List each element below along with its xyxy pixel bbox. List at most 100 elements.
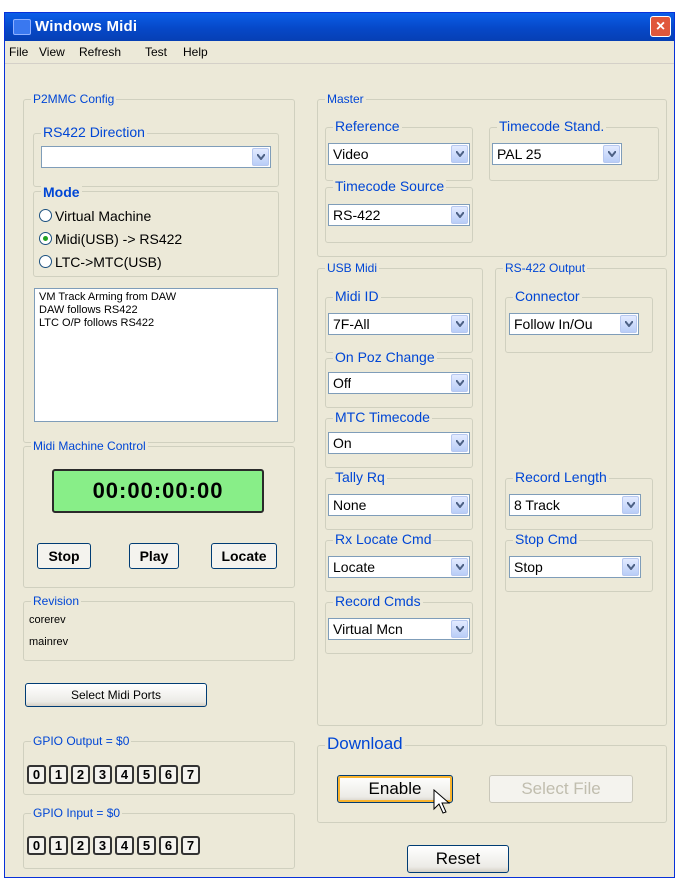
on-poz-change-select[interactable]: Off: [328, 372, 470, 394]
radio-circle-icon: [39, 255, 52, 268]
stop-button[interactable]: Stop: [37, 543, 91, 569]
tally-rq-value: None: [333, 497, 367, 513]
gpio-output-bit[interactable]: 0: [27, 765, 46, 784]
menu-view[interactable]: View: [39, 45, 65, 59]
on-poz-change-value: Off: [333, 375, 352, 391]
app-window: Windows Midi × File View Refresh Test He…: [4, 12, 675, 878]
gpio-output-bit[interactable]: 6: [159, 765, 178, 784]
mmc-label: Midi Machine Control: [31, 439, 148, 453]
record-cmds-label: Record Cmds: [333, 593, 423, 609]
reference-value: Video: [333, 146, 369, 162]
chevron-down-icon[interactable]: [451, 558, 468, 576]
app-icon: [13, 19, 31, 35]
gpio-input-bit: 2: [71, 836, 90, 855]
gpio-input-bit: 7: [181, 836, 200, 855]
gpio-input-bit: 3: [93, 836, 112, 855]
radio-circle-icon: [39, 209, 52, 222]
connector-value: Follow In/Ou: [514, 316, 593, 332]
mtc-timecode-value: On: [333, 435, 352, 451]
timecode-standard-select[interactable]: PAL 25: [492, 143, 622, 165]
rs422-direction-select[interactable]: [41, 146, 271, 168]
close-button[interactable]: ×: [650, 16, 671, 37]
chevron-down-icon[interactable]: [252, 148, 269, 166]
rx-locate-cmd-value: Locate: [333, 559, 376, 575]
mainrev-text: mainrev: [29, 636, 69, 648]
record-cmds-select[interactable]: Virtual Mcn: [328, 618, 470, 640]
stop-cmd-value: Stop: [514, 559, 543, 575]
on-poz-change-label: On Poz Change: [333, 349, 437, 365]
record-length-select[interactable]: 8 Track: [509, 494, 641, 516]
timecode-source-label: Timecode Source: [333, 178, 447, 194]
chevron-down-icon[interactable]: [622, 496, 639, 514]
midi-id-label: Midi ID: [333, 288, 381, 304]
chevron-down-icon[interactable]: [451, 620, 468, 638]
gpio-output-bits: 0 1 2 3 4 5 6 7: [27, 765, 203, 784]
rs422-output-label: RS-422 Output: [503, 261, 588, 275]
midi-id-select[interactable]: 7F-All: [328, 313, 470, 335]
gpio-input-label: GPIO Input = $0: [31, 806, 123, 820]
menu-file[interactable]: File: [9, 45, 28, 59]
stop-cmd-label: Stop Cmd: [513, 531, 580, 547]
menu-refresh[interactable]: Refresh: [79, 45, 121, 59]
radio-ltc-mtc[interactable]: LTC->MTC(USB): [39, 254, 162, 270]
chevron-down-icon[interactable]: [620, 315, 637, 333]
list-item: VM Track Arming from DAW: [39, 291, 177, 303]
radio-selected-icon: [39, 232, 52, 245]
gpio-output-bit[interactable]: 4: [115, 765, 134, 784]
gpio-input-bit: 0: [27, 836, 46, 855]
locate-button[interactable]: Locate: [211, 543, 277, 569]
reset-button[interactable]: Reset: [407, 845, 509, 873]
status-listbox[interactable]: VM Track Arming from DAW DAW follows RS4…: [34, 288, 278, 422]
record-length-value: 8 Track: [514, 497, 560, 513]
chevron-down-icon[interactable]: [451, 434, 468, 452]
radio-midi-usb-rs422[interactable]: Midi(USB) -> RS422: [39, 231, 182, 247]
window-title: Windows Midi: [35, 18, 138, 35]
chevron-down-icon[interactable]: [451, 145, 468, 163]
mode-label: Mode: [41, 184, 82, 200]
gpio-input-bit: 5: [137, 836, 156, 855]
rx-locate-cmd-label: Rx Locate Cmd: [333, 531, 434, 547]
menu-help[interactable]: Help: [183, 45, 208, 59]
gpio-input-bit: 4: [115, 836, 134, 855]
p2mmc-config-label: P2MMC Config: [31, 92, 117, 106]
chevron-down-icon[interactable]: [622, 558, 639, 576]
play-button[interactable]: Play: [129, 543, 179, 569]
gpio-output-bit[interactable]: 3: [93, 765, 112, 784]
gpio-input-bit: 6: [159, 836, 178, 855]
mtc-timecode-select[interactable]: On: [328, 432, 470, 454]
download-label: Download: [325, 734, 405, 754]
gpio-output-bit[interactable]: 5: [137, 765, 156, 784]
timecode-source-value: RS-422: [333, 207, 381, 223]
chevron-down-icon[interactable]: [603, 145, 620, 163]
chevron-down-icon[interactable]: [451, 315, 468, 333]
gpio-output-bit[interactable]: 1: [49, 765, 68, 784]
connector-select[interactable]: Follow In/Ou: [509, 313, 639, 335]
gpio-input-bits: 0 1 2 3 4 5 6 7: [27, 836, 203, 855]
gpio-output-bit[interactable]: 7: [181, 765, 200, 784]
revision-label: Revision: [31, 594, 82, 608]
tally-rq-select[interactable]: None: [328, 494, 470, 516]
gpio-output-bit[interactable]: 2: [71, 765, 90, 784]
revision-group: [23, 601, 295, 661]
timecode-source-select[interactable]: RS-422: [328, 204, 470, 226]
master-label: Master: [325, 92, 366, 106]
usb-midi-label: USB Midi: [325, 261, 380, 275]
timecode-display: 00:00:00:00: [52, 469, 264, 513]
reference-select[interactable]: Video: [328, 143, 470, 165]
select-file-button[interactable]: Select File: [489, 775, 633, 803]
list-item: DAW follows RS422: [39, 304, 138, 316]
chevron-down-icon[interactable]: [451, 496, 468, 514]
chevron-down-icon[interactable]: [451, 206, 468, 224]
mtc-timecode-label: MTC Timecode: [333, 409, 432, 425]
radio-virtual-machine[interactable]: Virtual Machine: [39, 208, 151, 224]
rs422-direction-label: RS422 Direction: [41, 124, 147, 140]
midi-id-value: 7F-All: [333, 316, 370, 332]
corerev-text: corerev: [29, 614, 66, 626]
stop-cmd-select[interactable]: Stop: [509, 556, 641, 578]
rx-locate-cmd-select[interactable]: Locate: [328, 556, 470, 578]
title-bar[interactable]: Windows Midi ×: [5, 13, 674, 41]
menu-test[interactable]: Test: [145, 45, 167, 59]
reference-label: Reference: [333, 118, 402, 134]
select-midi-ports-button[interactable]: Select Midi Ports: [25, 683, 207, 707]
chevron-down-icon[interactable]: [451, 374, 468, 392]
